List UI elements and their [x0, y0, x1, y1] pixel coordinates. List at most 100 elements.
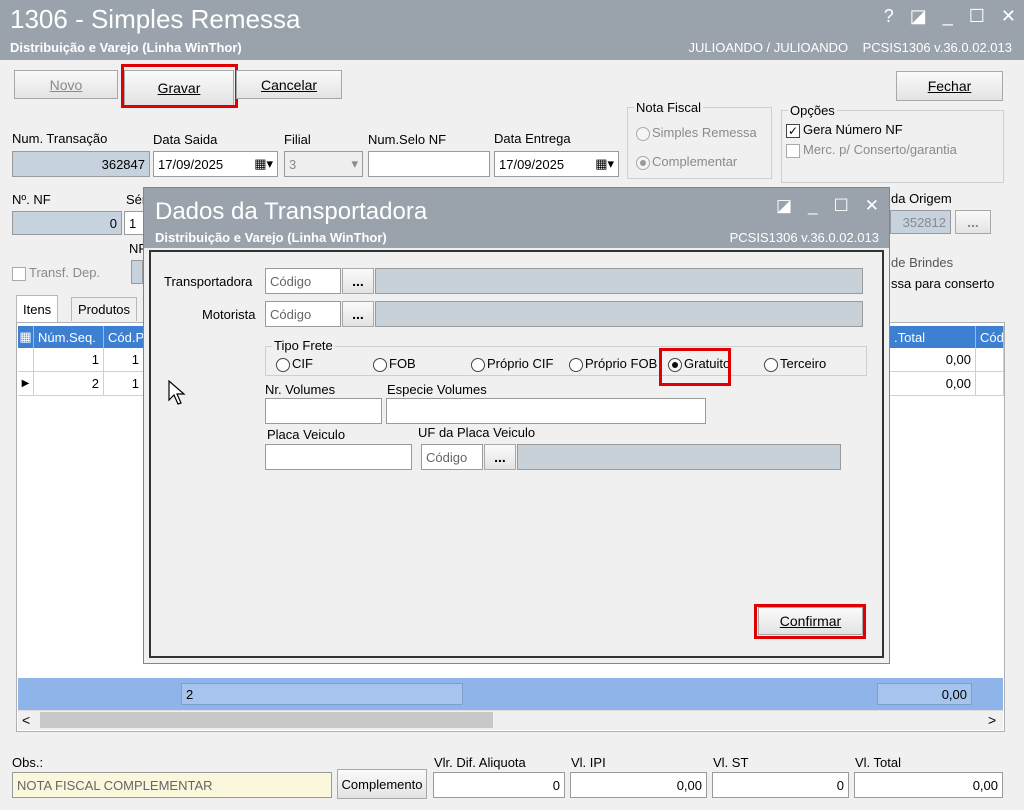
nf2-field[interactable] [131, 260, 143, 284]
transportadora-label: Transportadora [164, 274, 253, 289]
radio-proprio-cif[interactable]: Próprio CIF [471, 356, 553, 372]
minimize-icon[interactable]: _ [943, 6, 953, 27]
radio-terceiro[interactable]: Terceiro [764, 356, 826, 372]
version-info: PCSIS1306 v.36.0.02.013 [862, 40, 1012, 55]
restore-icon[interactable]: ◪ [776, 196, 792, 216]
radio-simples-remessa[interactable]: Simples Remessa [636, 125, 757, 141]
footer-total: 0,00 [877, 683, 972, 705]
header-seq[interactable]: Núm.Seq. [34, 326, 104, 348]
serie-field[interactable]: 1 [124, 211, 144, 235]
placa-veiculo-label: Placa Veiculo [267, 427, 346, 442]
cell-cod2[interactable] [976, 372, 1004, 396]
header-cod2[interactable]: Cód [976, 326, 1004, 348]
tipo-frete-label: Tipo Frete [272, 338, 335, 353]
tab-produtos[interactable]: Produtos [71, 297, 138, 321]
st-field[interactable]: 0 [712, 772, 849, 798]
close-icon[interactable]: ✕ [865, 196, 879, 216]
scroll-thumb[interactable] [40, 712, 493, 728]
origem-field[interactable]: 352812 [890, 210, 951, 234]
scroll-left-icon[interactable]: < [22, 712, 30, 728]
table-row-indicator [18, 348, 34, 372]
radio-cif[interactable]: CIF [276, 356, 313, 372]
placa-veiculo-input[interactable] [265, 444, 412, 470]
checkbox-gera-numero[interactable]: ✓ Gera Número NF [786, 122, 903, 138]
brindes-label: de Brindes [891, 255, 954, 270]
help-icon[interactable]: ? [884, 6, 894, 27]
close-icon[interactable]: ✕ [1001, 6, 1016, 27]
dialog-subtitle: Distribuição e Varejo (Linha WinThor) [155, 230, 387, 245]
nota-fiscal-label: Nota Fiscal [634, 100, 704, 115]
transportadora-code-input[interactable]: Código [265, 268, 341, 294]
total-label: Vl. Total [855, 755, 902, 770]
header-cod[interactable]: Cód.P [104, 326, 144, 348]
especie-volumes-input[interactable] [386, 398, 706, 424]
cancelar-button[interactable]: Cancelar [236, 70, 342, 99]
cell-total[interactable]: 0,00 [890, 372, 976, 396]
cell-seq[interactable]: 2 [34, 372, 104, 396]
motorista-code-input[interactable]: Código [265, 301, 341, 327]
title-bar: 1306 - Simples Remessa Distribuição e Va… [0, 0, 1024, 60]
motorista-name-field [375, 301, 863, 327]
total-field[interactable]: 0,00 [854, 772, 1003, 798]
complemento-button[interactable]: Complemento [337, 769, 427, 799]
data-entrega-label: Data Entrega [494, 131, 571, 146]
highlight-gratuito [659, 348, 731, 386]
data-saida-field[interactable]: 17/09/2025 ▦▾ [153, 151, 278, 177]
dialog-version: PCSIS1306 v.36.0.02.013 [729, 230, 879, 245]
header-total[interactable]: .Total [890, 326, 976, 348]
origem-label: da Origem [891, 191, 952, 206]
nf-field[interactable]: 0 [12, 211, 122, 235]
num-transacao-field[interactable]: 362847 [12, 151, 150, 177]
maximize-icon[interactable]: ☐ [969, 6, 985, 27]
uf-placa-code-input[interactable]: Código [421, 444, 483, 470]
highlight-gravar [121, 64, 238, 108]
footer-count: 2 [181, 683, 463, 705]
checkbox-transf-dep[interactable]: Transf. Dep. [12, 265, 100, 281]
dialog-title-bar: Dados da Transportadora Distribuição e V… [144, 188, 889, 248]
cell-seq[interactable]: 1 [34, 348, 104, 372]
filial-select[interactable]: 3 ▾ [284, 151, 363, 177]
scroll-right-icon[interactable]: > [988, 712, 996, 728]
dif-aliquota-label: Vlr. Dif. Aliquota [434, 755, 526, 770]
chevron-down-icon[interactable]: ▾ [351, 156, 358, 172]
tab-itens[interactable]: Itens [16, 295, 59, 322]
dialog-title: Dados da Transportadora [155, 198, 428, 225]
calendar-icon[interactable]: ▦▾ [254, 156, 273, 172]
row-pointer-icon: ▶ [18, 372, 34, 396]
cell-cod[interactable]: 1 [104, 372, 144, 396]
radio-proprio-fob[interactable]: Próprio FOB [569, 356, 657, 372]
minimize-icon[interactable]: _ [808, 196, 817, 216]
dif-aliquota-field[interactable]: 0 [433, 772, 565, 798]
cell-cod2[interactable] [976, 348, 1004, 372]
opcoes-label: Opções [788, 103, 837, 118]
motorista-label: Motorista [202, 307, 256, 322]
restore-icon[interactable]: ◪ [910, 6, 927, 27]
uf-placa-label: UF da Placa Veiculo [418, 425, 536, 440]
conserto-label: ssa para conserto [891, 276, 995, 291]
obs-field[interactable]: NOTA FISCAL COMPLEMENTAR [12, 772, 332, 798]
radio-fob[interactable]: FOB [373, 356, 416, 372]
num-selo-label: Num.Selo NF [368, 132, 447, 147]
motorista-search-button[interactable]: ... [342, 301, 374, 327]
cell-cod[interactable]: 1 [104, 348, 144, 372]
obs-label: Obs.: [12, 755, 44, 770]
transportadora-search-button[interactable]: ... [342, 268, 374, 294]
origem-search-button[interactable]: ... [955, 210, 991, 234]
maximize-icon[interactable]: ☐ [834, 196, 849, 216]
cell-total[interactable]: 0,00 [890, 348, 976, 372]
transportadora-name-field [375, 268, 863, 294]
fechar-button[interactable]: Fechar [896, 71, 1003, 101]
nr-volumes-label: Nr. Volumes [265, 382, 336, 397]
checkbox-merc-conserto[interactable]: Merc. p/ Conserto/garantia [786, 142, 957, 158]
calendar-icon[interactable]: ▦▾ [595, 156, 614, 172]
data-entrega-field[interactable]: 17/09/2025 ▦▾ [494, 151, 619, 177]
mouse-pointer-icon [168, 380, 186, 405]
uf-placa-search-button[interactable]: ... [484, 444, 516, 470]
ipi-label: Vl. IPI [571, 755, 606, 770]
ipi-field[interactable]: 0,00 [570, 772, 707, 798]
nr-volumes-input[interactable] [265, 398, 382, 424]
especie-volumes-label: Especie Volumes [387, 382, 487, 397]
num-selo-field[interactable] [368, 151, 490, 177]
radio-complementar[interactable]: Complementar [636, 154, 737, 170]
novo-button[interactable]: Novo [14, 70, 118, 99]
